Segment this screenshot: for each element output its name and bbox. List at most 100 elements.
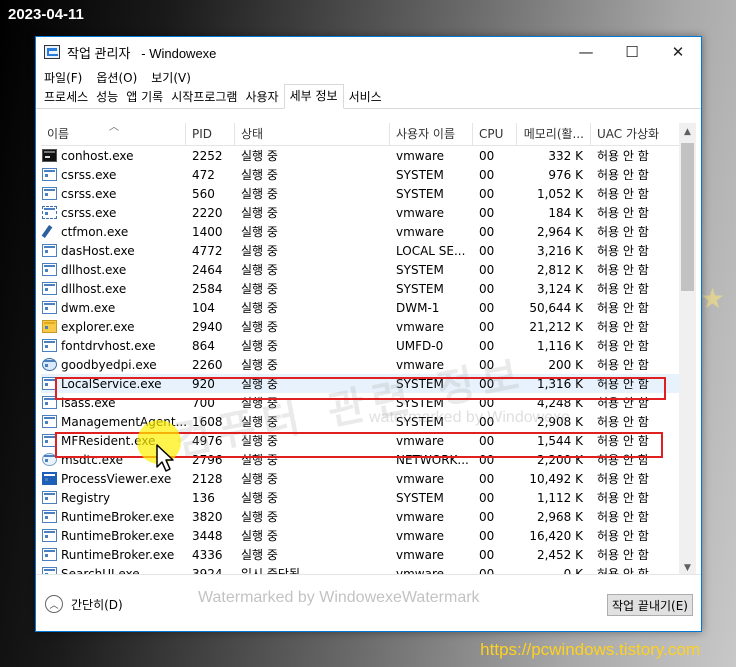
process-icon bbox=[42, 301, 57, 314]
uac-cell: 허용 안 함 bbox=[597, 548, 649, 562]
process-icon bbox=[42, 358, 57, 371]
uac-cell: 허용 안 함 bbox=[597, 206, 649, 220]
state-cell: 실행 중 bbox=[241, 548, 278, 562]
state-cell: 실행 중 bbox=[241, 263, 278, 277]
process-name: dasHost.exe bbox=[61, 243, 135, 258]
user-cell: vmware bbox=[396, 528, 445, 543]
state-cell: 실행 중 bbox=[241, 149, 278, 163]
process-name: msdtc.exe bbox=[61, 452, 123, 467]
uac-cell: 허용 안 함 bbox=[597, 320, 649, 334]
column-header-cpu[interactable]: CPU bbox=[473, 123, 517, 146]
process-name-cell: LocalService.exe bbox=[41, 377, 186, 391]
process-name: ProcessViewer.exe bbox=[61, 471, 172, 486]
column-header-uac[interactable]: UAC 가상화 bbox=[591, 123, 683, 146]
state-cell: 실행 중 bbox=[241, 529, 278, 543]
fewer-details-label: 간단히(D) bbox=[71, 597, 123, 612]
memory-cell: 2,200 K bbox=[536, 452, 583, 467]
process-name-cell: fontdrvhost.exe bbox=[41, 339, 186, 353]
pid-cell: 2464 bbox=[192, 262, 223, 277]
table-row[interactable]: ProcessViewer.exe 2128 실행 중 vmware 00 10,492 … bbox=[41, 469, 696, 488]
process-name-cell: csrss.exe bbox=[41, 206, 186, 220]
menu-options[interactable]: 옵션(O) bbox=[96, 69, 137, 86]
menu-view[interactable]: 보기(V) bbox=[151, 69, 191, 86]
table-row[interactable]: RuntimeBroker.exe 3820 실행 중 vmware 00 2,968 K… bbox=[41, 507, 696, 526]
uac-cell: 허용 안 함 bbox=[597, 282, 649, 296]
table-row[interactable]: explorer.exe 2940 실행 중 vmware 00 21,212 K 허용 안… bbox=[41, 317, 696, 336]
state-cell: 실행 중 bbox=[241, 320, 278, 334]
table-row[interactable]: ctfmon.exe 1400 실행 중 vmware 00 2,964 K 허용 안 함 bbox=[41, 222, 696, 241]
scroll-up-icon[interactable]: ▲ bbox=[679, 123, 696, 140]
pid-cell: 2940 bbox=[192, 319, 223, 334]
end-task-button[interactable]: 작업 끝내기(E) bbox=[607, 594, 693, 616]
uac-cell: 허용 안 함 bbox=[597, 396, 649, 410]
maximize-button[interactable]: ☐ bbox=[609, 37, 655, 67]
tab-processes[interactable]: 프로세스 bbox=[41, 86, 91, 108]
memory-cell: 2,968 K bbox=[536, 509, 583, 524]
user-cell: SYSTEM bbox=[396, 186, 444, 201]
column-header-pid[interactable]: PID bbox=[186, 123, 235, 146]
table-row[interactable]: lsass.exe 700 실행 중 SYSTEM 00 4,248 K 허용 안 함 bbox=[41, 393, 696, 412]
pid-cell: 104 bbox=[192, 300, 215, 315]
memory-cell: 2,964 K bbox=[536, 224, 583, 239]
user-cell: SYSTEM bbox=[396, 490, 444, 505]
process-icon bbox=[42, 149, 57, 162]
table-row[interactable]: dasHost.exe 4772 실행 중 LOCAL SE... 00 3,216 K 허… bbox=[41, 241, 696, 260]
table-row[interactable]: Registry 136 실행 중 SYSTEM 00 1,112 K 허용 안 함 bbox=[41, 488, 696, 507]
close-button[interactable]: ✕ bbox=[655, 37, 701, 67]
user-cell: SYSTEM bbox=[396, 167, 444, 182]
column-header-name[interactable]: 이름 ︿ bbox=[41, 123, 186, 146]
tab-performance[interactable]: 성능 bbox=[93, 86, 121, 108]
column-header-memory[interactable]: 메모리(활... bbox=[517, 123, 591, 146]
tab-details[interactable]: 세부 정보 bbox=[283, 84, 344, 109]
uac-cell: 허용 안 함 bbox=[597, 339, 649, 353]
table-row[interactable]: csrss.exe 2220 실행 중 vmware 00 184 K 허용 안 함 bbox=[41, 203, 696, 222]
cpu-cell: 00 bbox=[479, 395, 495, 410]
process-name: RuntimeBroker.exe bbox=[61, 509, 175, 524]
process-name: csrss.exe bbox=[61, 167, 117, 182]
table-row[interactable]: RuntimeBroker.exe 3448 실행 중 vmware 00 16,420 … bbox=[41, 526, 696, 545]
memory-cell: 2,452 K bbox=[536, 547, 583, 562]
fewer-details-button[interactable]: ︿ 간단히(D) bbox=[45, 595, 123, 613]
minimize-button[interactable]: — bbox=[563, 37, 609, 67]
table-row[interactable]: ManagementAgent... 1608 실행 중 SYSTEM 00 2,908 … bbox=[41, 412, 696, 431]
process-icon bbox=[42, 396, 57, 409]
process-name-cell: dllhost.exe bbox=[41, 282, 186, 296]
pid-cell: 1400 bbox=[192, 224, 223, 239]
process-name: goodbyedpi.exe bbox=[61, 357, 157, 372]
tab-startup[interactable]: 시작프로그램 bbox=[168, 86, 240, 108]
state-cell: 실행 중 bbox=[241, 301, 278, 315]
table-row[interactable]: LocalService.exe 920 실행 중 SYSTEM 00 1,316 K 허용… bbox=[41, 374, 696, 393]
table-row[interactable]: goodbyedpi.exe 2260 실행 중 vmware 00 200 K 허용 안 … bbox=[41, 355, 696, 374]
column-header-user[interactable]: 사용자 이름 bbox=[390, 123, 473, 146]
cpu-cell: 00 bbox=[479, 433, 495, 448]
table-row[interactable]: dllhost.exe 2584 실행 중 SYSTEM 00 3,124 K 허용 안 함 bbox=[41, 279, 696, 298]
process-icon bbox=[42, 434, 57, 447]
table-row[interactable]: dwm.exe 104 실행 중 DWM-1 00 50,644 K 허용 안 함 bbox=[41, 298, 696, 317]
table-row[interactable]: RuntimeBroker.exe 4336 실행 중 vmware 00 2,452 K… bbox=[41, 545, 696, 564]
tab-app-history[interactable]: 앱 기록 bbox=[123, 86, 166, 108]
vertical-scrollbar[interactable]: ▲ ▼ bbox=[679, 123, 696, 576]
title-bar[interactable]: 작업 관리자 - Windowexe — ☐ ✕ bbox=[36, 37, 701, 67]
chevron-up-icon: ︿ bbox=[45, 595, 63, 613]
process-name: lsass.exe bbox=[61, 395, 116, 410]
tab-users[interactable]: 사용자 bbox=[242, 86, 281, 108]
menu-file[interactable]: 파일(F) bbox=[44, 69, 82, 86]
state-cell: 실행 중 bbox=[241, 415, 278, 429]
table-row[interactable]: dllhost.exe 2464 실행 중 SYSTEM 00 2,812 K 허용 안 함 bbox=[41, 260, 696, 279]
table-row[interactable]: csrss.exe 560 실행 중 SYSTEM 00 1,052 K 허용 안 함 bbox=[41, 184, 696, 203]
table-row[interactable]: fontdrvhost.exe 864 실행 중 UMFD-0 00 1,116 K 허용 … bbox=[41, 336, 696, 355]
state-cell: 실행 중 bbox=[241, 282, 278, 296]
user-cell: SYSTEM bbox=[396, 262, 444, 277]
cpu-cell: 00 bbox=[479, 376, 495, 391]
process-name-cell: dasHost.exe bbox=[41, 244, 186, 258]
memory-cell: 1,116 K bbox=[536, 338, 583, 353]
column-header-state[interactable]: 상태 bbox=[235, 123, 390, 146]
process-name-cell: RuntimeBroker.exe bbox=[41, 548, 186, 562]
process-icon bbox=[42, 244, 57, 257]
process-name-cell: csrss.exe bbox=[41, 187, 186, 201]
tab-services[interactable]: 서비스 bbox=[346, 86, 385, 108]
process-name-cell: dwm.exe bbox=[41, 301, 186, 315]
table-row[interactable]: csrss.exe 472 실행 중 SYSTEM 00 976 K 허용 안 함 bbox=[41, 165, 696, 184]
scrollbar-thumb[interactable] bbox=[681, 143, 694, 291]
table-row[interactable]: conhost.exe 2252 실행 중 vmware 00 332 K 허용 안 함 bbox=[41, 146, 696, 165]
